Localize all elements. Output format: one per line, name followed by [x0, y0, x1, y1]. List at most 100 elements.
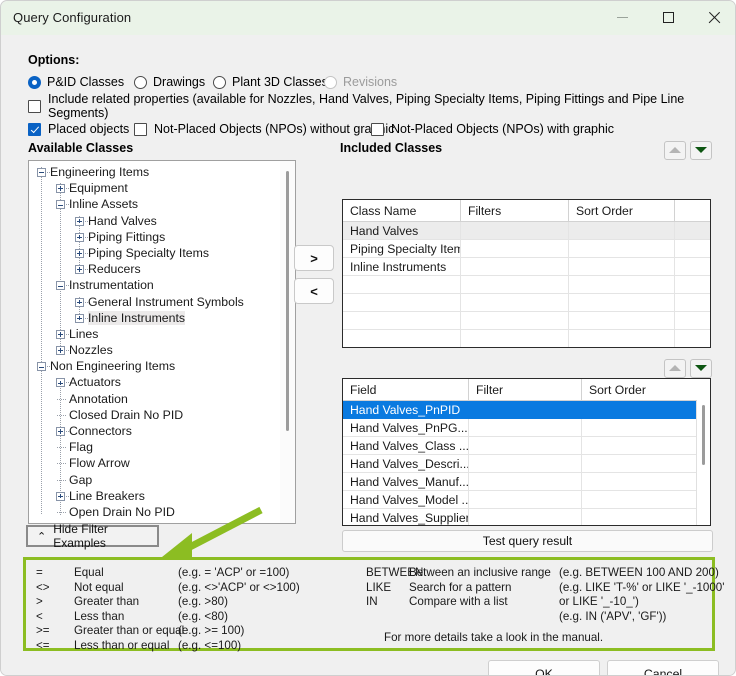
close-button[interactable] — [691, 1, 735, 34]
tree-node[interactable]: Equipment — [29, 181, 279, 197]
table-cell[interactable] — [675, 222, 710, 240]
column-header-class-name[interactable]: Class Name — [343, 200, 461, 222]
table-cell[interactable]: Hand Valves_Model ... — [343, 491, 469, 509]
column-header-filters[interactable]: Filters — [461, 200, 569, 222]
expand-icon[interactable] — [56, 184, 65, 194]
maximize-button[interactable] — [645, 1, 691, 34]
table-row[interactable] — [343, 276, 710, 294]
table-cell[interactable] — [461, 330, 569, 347]
tree-node[interactable]: Closed Drain No PID — [29, 408, 279, 424]
tree-node[interactable]: Non Engineering Items — [29, 359, 279, 375]
table-row[interactable] — [343, 330, 710, 347]
table-cell[interactable] — [469, 455, 582, 473]
tree-node[interactable]: Actuators — [29, 375, 279, 391]
tree-node[interactable]: Line Breakers — [29, 489, 279, 505]
column-header-sort-order[interactable]: Sort Order — [582, 379, 697, 401]
radio-plant-3d-classes[interactable]: Plant 3D Classes — [213, 73, 328, 91]
tree-node[interactable]: Flag — [29, 440, 279, 456]
table-cell[interactable] — [675, 312, 710, 330]
included-classes-table[interactable]: Class Name Filters Sort Order Hand Valve… — [342, 199, 711, 348]
table-cell[interactable] — [582, 437, 697, 455]
table-cell[interactable]: Hand Valves_Descri... — [343, 455, 469, 473]
table-cell[interactable] — [469, 437, 582, 455]
table-cell[interactable] — [569, 258, 675, 276]
table-cell[interactable] — [469, 491, 582, 509]
collapse-icon[interactable] — [56, 281, 65, 291]
table-row[interactable] — [343, 312, 710, 330]
expand-icon[interactable] — [75, 232, 84, 242]
tree-node[interactable]: Piping Fittings — [29, 230, 279, 246]
tree-node[interactable]: Annotation — [29, 392, 279, 408]
tree-node[interactable]: Lines — [29, 327, 279, 343]
table-cell[interactable]: Hand Valves_Manuf... — [343, 473, 469, 491]
test-query-result-button[interactable]: Test query result — [342, 530, 713, 552]
table-cell[interactable] — [582, 473, 697, 491]
tree-node[interactable]: Inline Assets — [29, 197, 279, 213]
column-header-sort-order[interactable]: Sort Order — [569, 200, 675, 222]
table-cell[interactable]: Hand Valves_Class ... — [343, 437, 469, 455]
expand-icon[interactable] — [75, 297, 84, 307]
expand-icon[interactable] — [56, 491, 65, 501]
table-row[interactable]: Inline Instruments — [343, 258, 710, 276]
fields-move-up-button[interactable] — [664, 359, 686, 378]
expand-icon[interactable] — [75, 313, 84, 323]
table-cell[interactable] — [569, 276, 675, 294]
table-cell[interactable]: Hand Valves_PnPG... — [343, 419, 469, 437]
table-cell[interactable] — [343, 294, 461, 312]
collapse-icon[interactable] — [37, 362, 46, 372]
table-row[interactable]: Hand Valves_Model ... — [343, 491, 697, 509]
fields-scrollbar-thumb[interactable] — [702, 405, 705, 465]
table-row[interactable]: Hand Valves_PnPG... — [343, 419, 697, 437]
table-cell[interactable] — [582, 419, 697, 437]
collapse-icon[interactable] — [56, 200, 65, 210]
table-cell[interactable] — [343, 276, 461, 294]
table-cell[interactable] — [569, 294, 675, 312]
checkbox-placed-objects[interactable]: Placed objects — [28, 120, 129, 138]
expand-icon[interactable] — [75, 265, 84, 275]
expand-icon[interactable] — [75, 216, 84, 226]
table-cell[interactable]: Inline Instruments — [343, 258, 461, 276]
tree-node[interactable]: Nozzles — [29, 343, 279, 359]
table-row[interactable]: Hand Valves_Manuf... — [343, 473, 697, 491]
table-cell[interactable] — [675, 276, 710, 294]
tree-node[interactable]: Reducers — [29, 262, 279, 278]
table-cell[interactable] — [469, 509, 582, 525]
tree-scrollbar-thumb[interactable] — [286, 171, 289, 431]
fields-move-down-button[interactable] — [690, 359, 712, 378]
available-classes-tree[interactable]: Engineering Items Equipment Inline Assets H… — [28, 160, 296, 524]
table-cell[interactable] — [343, 312, 461, 330]
tree-node[interactable]: Engineering Items — [29, 165, 279, 181]
table-cell[interactable] — [582, 455, 697, 473]
table-cell[interactable] — [461, 294, 569, 312]
fields-table[interactable]: Field Filter Sort Order Hand Valves_PnPI… — [342, 378, 711, 526]
table-cell[interactable] — [569, 222, 675, 240]
table-cell[interactable] — [469, 419, 582, 437]
table-cell[interactable] — [569, 240, 675, 258]
table-cell[interactable] — [461, 222, 569, 240]
tree-node[interactable]: Instrumentation — [29, 278, 279, 294]
tree-node[interactable]: Hand Valves — [29, 214, 279, 230]
table-cell[interactable] — [582, 491, 697, 509]
tree-node[interactable]: Connectors — [29, 424, 279, 440]
tree-node[interactable]: Inline Instruments — [29, 310, 279, 327]
table-cell[interactable] — [582, 509, 697, 525]
checkbox-include-related-properties[interactable]: Include related properties (available fo… — [28, 92, 735, 120]
hide-filter-examples-button[interactable]: ⌃ Hide Filter Examples — [26, 522, 159, 550]
cancel-button[interactable]: Cancel — [607, 660, 719, 675]
table-row[interactable] — [343, 294, 710, 312]
table-cell[interactable] — [461, 276, 569, 294]
tree-node[interactable]: Gap — [29, 473, 279, 489]
checkbox-npos-with-graphic[interactable]: Not-Placed Objects (NPOs) with graphic — [371, 120, 614, 138]
table-cell[interactable]: Hand Valves_Supplier — [343, 509, 469, 525]
table-row[interactable]: Hand Valves_Class ... — [343, 437, 697, 455]
table-cell[interactable] — [582, 401, 697, 419]
tree-node[interactable]: Piping Specialty Items — [29, 246, 279, 262]
included-move-down-button[interactable] — [690, 141, 712, 160]
table-cell[interactable] — [469, 473, 582, 491]
add-class-button[interactable]: > — [294, 245, 334, 271]
expand-icon[interactable] — [56, 329, 65, 339]
radio-pid-classes[interactable]: P&ID Classes — [28, 73, 124, 91]
table-cell[interactable]: Piping Specialty Items — [343, 240, 461, 258]
fields-scrollbar[interactable] — [696, 401, 710, 525]
table-row[interactable]: Hand Valves — [343, 222, 710, 240]
